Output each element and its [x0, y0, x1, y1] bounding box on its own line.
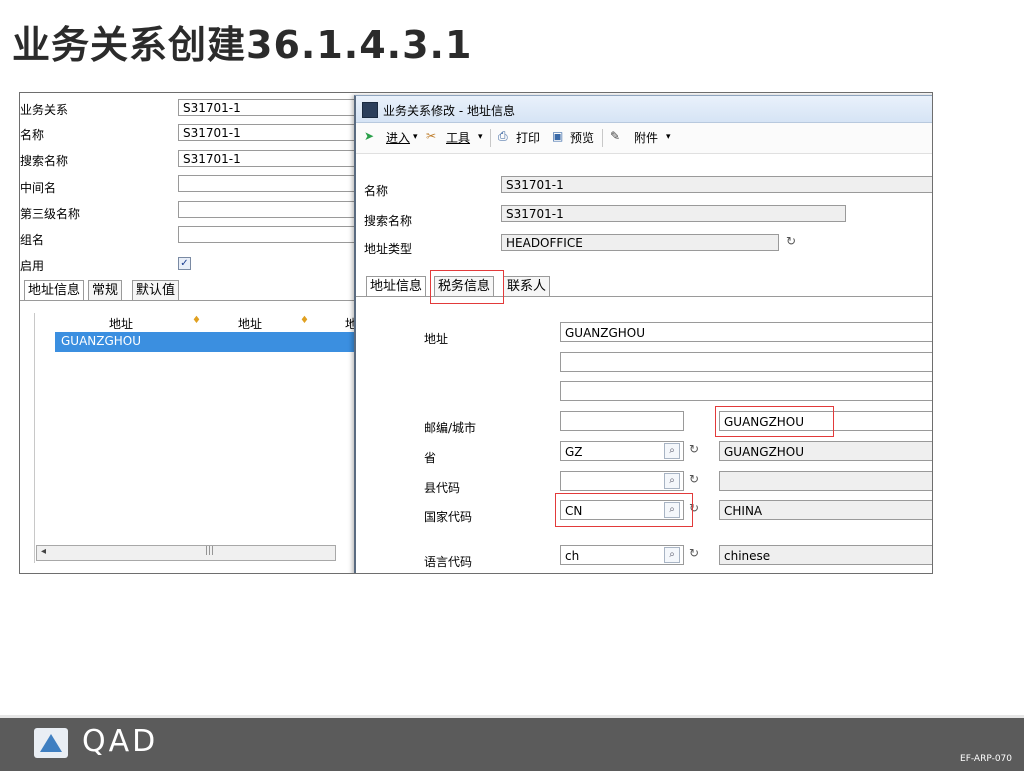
- address-line-1[interactable]: GUANZGHOU: [560, 322, 932, 342]
- highlight-country-code: [555, 493, 693, 527]
- search-icon[interactable]: ⌕: [664, 547, 680, 563]
- county-name-field: [719, 471, 932, 491]
- label-province: 省: [424, 451, 437, 465]
- toolbar-divider: [490, 129, 491, 147]
- dialog-title: 业务关系修改 - 地址信息: [383, 104, 515, 118]
- slide-title: 业务关系创建36.1.4.3.1: [12, 23, 473, 67]
- label-name: 名称: [364, 184, 389, 198]
- tools-icon[interactable]: ✂: [426, 129, 436, 143]
- qad-logo-icon: [34, 728, 68, 758]
- address-line-3[interactable]: [560, 381, 932, 401]
- qad-logo-text: QAD: [82, 724, 159, 759]
- highlight-city: [715, 406, 834, 437]
- print-button[interactable]: 打印: [516, 129, 540, 146]
- search-name-field[interactable]: S31701-1: [178, 150, 358, 167]
- toolbar-divider: [602, 129, 603, 147]
- preview-icon[interactable]: ▣: [552, 129, 563, 143]
- link-arrow-icon[interactable]: ↻: [689, 472, 699, 486]
- dialog-tab-address-info[interactable]: 地址信息: [366, 276, 427, 297]
- address-grid: 地址 ♦ 地址 ♦ 地 GUANZGHOU: [34, 313, 357, 563]
- grid-header-address-2[interactable]: 地址: [238, 315, 262, 332]
- tab-defaults[interactable]: 默认值: [132, 280, 180, 301]
- dialog-name-field[interactable]: S31701-1: [501, 176, 932, 193]
- table-row[interactable]: GUANZGHOU: [55, 332, 357, 352]
- link-arrow-icon[interactable]: ↻: [689, 442, 699, 456]
- tab-address-info[interactable]: 地址信息: [24, 280, 85, 301]
- form-label-third-name: 第三级名称: [20, 207, 81, 221]
- language-name-field: chinese: [719, 545, 932, 565]
- form-label-name: 名称: [20, 128, 45, 142]
- address-dialog: 业务关系修改 - 地址信息 ➤ 进入 ▾ ✂ 工具 ▾ ⎙ 打印 ▣ 预览 ✎ …: [354, 95, 932, 573]
- highlight-tax-tab: [430, 270, 504, 304]
- country-name-field: CHINA: [719, 500, 932, 520]
- search-icon[interactable]: ⌕: [664, 443, 680, 459]
- dialog-titlebar: 业务关系修改 - 地址信息: [356, 96, 932, 123]
- address-type-field[interactable]: HEADOFFICE: [501, 234, 779, 251]
- postal-code-field[interactable]: [560, 411, 684, 431]
- middle-name-field[interactable]: [178, 175, 358, 192]
- group-name-field[interactable]: [178, 226, 358, 243]
- third-name-field[interactable]: [178, 201, 358, 218]
- grid-cell-address: GUANZGHOU: [61, 334, 142, 348]
- label-language: 语言代码: [424, 555, 473, 569]
- label-county: 县代码: [424, 481, 461, 495]
- screenshot-frame: 业务关系 S31701-1 名称 S31701-1 搜索名称 S31701-1 …: [19, 92, 933, 574]
- dialog-search-name-field[interactable]: S31701-1: [501, 205, 846, 222]
- form-label-search-name: 搜索名称: [20, 154, 69, 168]
- enter-button[interactable]: 进入: [386, 129, 410, 146]
- address-line-2[interactable]: [560, 352, 932, 372]
- logo-mark: [40, 734, 62, 752]
- form-label-middle-name: 中间名: [20, 181, 57, 195]
- paperclip-icon[interactable]: ✎: [610, 129, 620, 143]
- link-arrow-icon[interactable]: ↻: [786, 234, 796, 248]
- footer-bar: QAD EF-ARP-070: [0, 715, 1024, 771]
- scroll-grip-icon[interactable]: |||: [205, 546, 214, 556]
- grid-header-address-1[interactable]: 地址: [109, 315, 133, 332]
- label-search-name: 搜索名称: [364, 214, 413, 228]
- label-country: 国家代码: [424, 510, 473, 524]
- sort-icon[interactable]: ♦: [300, 315, 309, 326]
- preview-button[interactable]: 预览: [570, 129, 594, 146]
- tab-underline: [20, 300, 360, 301]
- sort-icon[interactable]: ♦: [192, 315, 201, 326]
- link-arrow-icon[interactable]: ↻: [689, 546, 699, 560]
- label-address: 地址: [424, 332, 449, 346]
- tools-button[interactable]: 工具: [446, 129, 470, 146]
- horizontal-scrollbar[interactable]: ◂ |||: [36, 545, 336, 561]
- form-label-enabled: 启用: [20, 259, 45, 273]
- search-icon[interactable]: ⌕: [664, 473, 680, 489]
- business-relation-field[interactable]: S31701-1: [178, 99, 358, 116]
- form-label-business-relation: 业务关系: [20, 103, 69, 117]
- form-label-group-name: 组名: [20, 233, 45, 247]
- province-name-field: GUANGZHOU: [719, 441, 932, 461]
- tab-general[interactable]: 常规: [88, 280, 123, 301]
- chevron-down-icon[interactable]: ▾: [413, 132, 418, 142]
- attachment-button[interactable]: 附件: [634, 129, 658, 146]
- enabled-checkbox[interactable]: ✓: [178, 257, 191, 270]
- scroll-left-icon[interactable]: ◂: [41, 546, 46, 557]
- label-postal-city: 邮编/城市: [424, 421, 477, 435]
- print-icon[interactable]: ⎙: [498, 129, 508, 144]
- dialog-toolbar: ➤ 进入 ▾ ✂ 工具 ▾ ⎙ 打印 ▣ 预览 ✎ 附件 ▾: [356, 123, 932, 154]
- chevron-down-icon[interactable]: ▾: [666, 132, 671, 142]
- dialog-tab-contacts[interactable]: 联系人: [503, 276, 551, 297]
- name-field[interactable]: S31701-1: [178, 124, 358, 141]
- label-address-type: 地址类型: [364, 242, 413, 256]
- chevron-down-icon[interactable]: ▾: [478, 132, 483, 142]
- slide-code: EF-ARP-070: [960, 754, 1012, 764]
- app-icon: [362, 102, 378, 118]
- enter-icon[interactable]: ➤: [364, 129, 374, 143]
